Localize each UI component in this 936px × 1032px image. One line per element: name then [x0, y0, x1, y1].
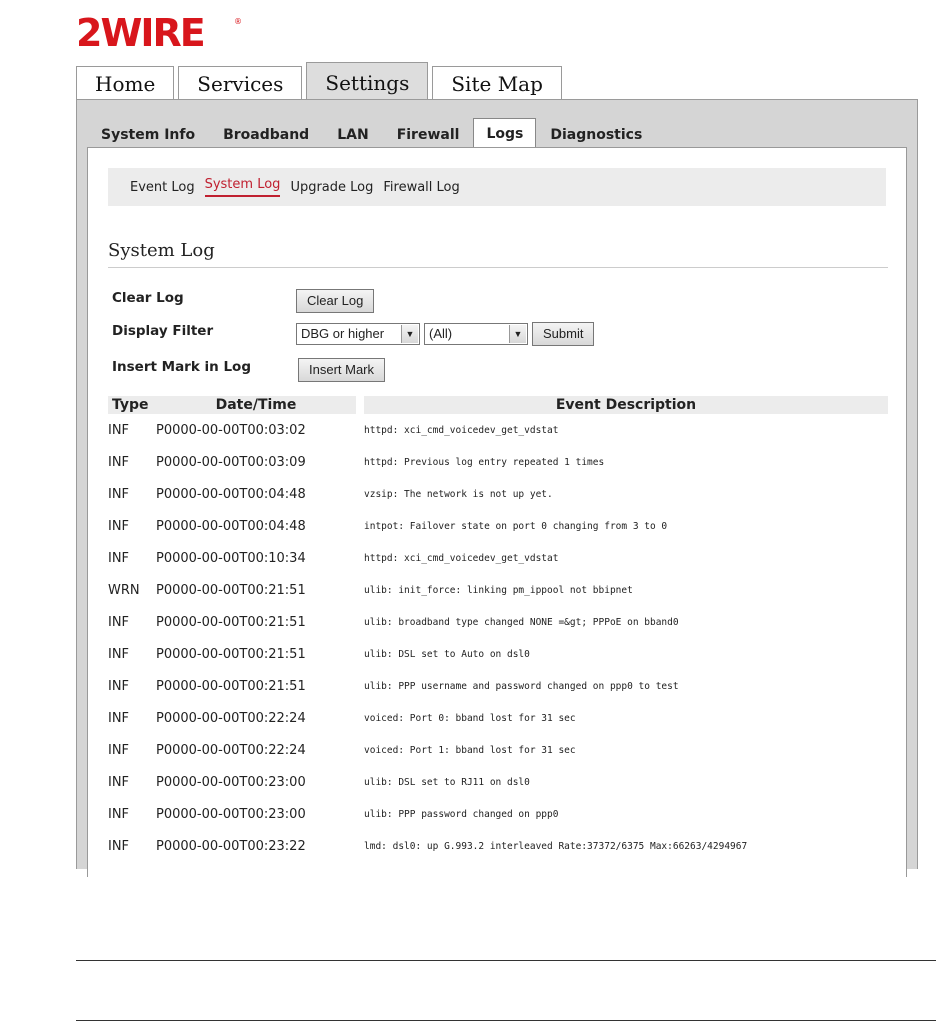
- log-dt: P0000-00-00T00:23:00: [156, 774, 306, 790]
- link-event-log[interactable]: Event Log: [130, 180, 195, 195]
- log-desc: httpd: xci_cmd_voicedev_get_vdstat: [364, 424, 559, 436]
- divider: [76, 1020, 936, 1021]
- log-desc: ulib: broadband type changed NONE =&gt; …: [364, 616, 679, 628]
- table-row: INF P0000-00-00T00:21:51 ulib: DSL set to …: [108, 638, 888, 670]
- insert-mark-button[interactable]: Insert Mark: [298, 358, 386, 382]
- svg-text:®: ®: [234, 17, 242, 26]
- log-dt: P0000-00-00T00:23:22: [156, 838, 306, 854]
- log-desc: voiced: Port 0: bband lost for 31 sec: [364, 712, 576, 724]
- log-dt: P0000-00-00T00:04:48: [156, 518, 306, 534]
- table-row: INF P0000-00-00T00:03:02 httpd: xci_cmd_vo…: [108, 414, 888, 446]
- log-type: INF: [108, 838, 130, 854]
- log-dt: P0000-00-00T00:23:00: [156, 806, 306, 822]
- log-dt: P0000-00-00T00:21:51: [156, 582, 306, 598]
- chevron-down-icon: ▼: [509, 325, 526, 343]
- table-row: INF P0000-00-00T00:21:51 ulib: PPP usernam…: [108, 670, 888, 702]
- log-desc: lmd: dsl0: up G.993.2 interleaved Rate:3…: [364, 840, 748, 852]
- table-row: INF P0000-00-00T00:21:51 ulib: broadband t…: [108, 606, 888, 638]
- subtab-lan[interactable]: LAN: [323, 122, 382, 148]
- divider: [76, 960, 936, 961]
- display-filter-label: Display Filter: [112, 323, 214, 339]
- log-desc: httpd: xci_cmd_voicedev_get_vdstat: [364, 552, 559, 564]
- table-row: INF P0000-00-00T00:22:24 voiced: Port 0: b…: [108, 702, 888, 734]
- tab-site-map[interactable]: Site Map: [432, 66, 562, 100]
- source-filter-select[interactable]: (All) ▼: [424, 323, 528, 345]
- log-type: INF: [108, 518, 130, 534]
- log-desc: ulib: PPP username and password changed …: [364, 680, 679, 692]
- table-row: INF P0000-00-00T00:04:48 intpot: Failover …: [108, 510, 888, 542]
- sub-tab-bar: System Info Broadband LAN Firewall Logs …: [87, 118, 656, 148]
- log-type: INF: [108, 454, 130, 470]
- table-row: INF P0000-00-00T00:23:22 lmd: dsl0: up G.9…: [108, 830, 888, 862]
- insert-mark-label: Insert Mark in Log: [112, 359, 251, 375]
- log-dt: P0000-00-00T00:03:09: [156, 454, 306, 470]
- log-desc: ulib: PPP password changed on ppp0: [364, 808, 559, 820]
- link-firewall-log[interactable]: Firewall Log: [383, 180, 459, 195]
- tab-services[interactable]: Services: [178, 66, 303, 100]
- log-desc: ulib: DSL set to RJ11 on dsl0: [364, 776, 530, 788]
- col-description-header: Event Description: [364, 396, 888, 414]
- system-log-table: Type Date/Time Event Description INF P000…: [108, 396, 888, 862]
- subtab-broadband[interactable]: Broadband: [209, 122, 323, 148]
- table-row: INF P0000-00-00T00:10:34 httpd: xci_cmd_vo…: [108, 542, 888, 574]
- log-type: INF: [108, 806, 130, 822]
- tab-home[interactable]: Home: [76, 66, 175, 100]
- source-filter-value: (All): [429, 326, 453, 341]
- log-dt: P0000-00-00T00:22:24: [156, 710, 306, 726]
- main-tab-bar: Home Services Settings Site Map: [76, 62, 562, 100]
- log-dt: P0000-00-00T00:04:48: [156, 486, 306, 502]
- table-row: INF P0000-00-00T00:22:24 voiced: Port 1: b…: [108, 734, 888, 766]
- log-desc: ulib: DSL set to Auto on dsl0: [364, 648, 530, 660]
- link-system-log[interactable]: System Log: [204, 177, 281, 197]
- chevron-down-icon: ▼: [401, 325, 418, 343]
- clear-log-label: Clear Log: [112, 290, 184, 306]
- log-dt: P0000-00-00T00:21:51: [156, 614, 306, 630]
- log-dt: P0000-00-00T00:22:24: [156, 742, 306, 758]
- submit-button[interactable]: Submit: [532, 322, 595, 346]
- level-filter-select[interactable]: DBG or higher ▼: [296, 323, 420, 345]
- log-dt: P0000-00-00T00:21:51: [156, 646, 306, 662]
- log-type: INF: [108, 742, 130, 758]
- log-desc: httpd: Previous log entry repeated 1 tim…: [364, 456, 605, 468]
- table-row: INF P0000-00-00T00:23:00 ulib: DSL set to …: [108, 766, 888, 798]
- subtab-system-info[interactable]: System Info: [87, 122, 209, 148]
- log-type: INF: [108, 486, 130, 502]
- svg-text:2WIRE: 2WIRE: [76, 12, 204, 52]
- log-desc: vzsip: The network is not up yet.: [364, 488, 553, 500]
- log-type: WRN: [108, 582, 140, 598]
- level-filter-value: DBG or higher: [301, 326, 385, 341]
- tab-settings[interactable]: Settings: [306, 62, 429, 100]
- settings-frame: System Info Broadband LAN Firewall Logs …: [76, 99, 918, 877]
- table-row: WRN P0000-00-00T00:21:51 ulib: init_force:…: [108, 574, 888, 606]
- log-dt: P0000-00-00T00:03:02: [156, 422, 306, 438]
- subtab-logs[interactable]: Logs: [473, 118, 537, 148]
- logs-content: Event Log System Log Upgrade Log Firewal…: [87, 147, 907, 877]
- log-type: INF: [108, 678, 130, 694]
- log-type: INF: [108, 422, 130, 438]
- log-type: INF: [108, 710, 130, 726]
- subtab-firewall[interactable]: Firewall: [383, 122, 474, 148]
- brand-logo: 2WIRE ®: [76, 12, 246, 52]
- log-type: INF: [108, 774, 130, 790]
- link-upgrade-log[interactable]: Upgrade Log: [290, 180, 373, 195]
- log-desc: intpot: Failover state on port 0 changin…: [364, 520, 668, 532]
- log-type: INF: [108, 646, 130, 662]
- col-type-header: Type: [108, 396, 156, 414]
- col-datetime-header: Date/Time: [156, 396, 356, 414]
- log-type: INF: [108, 550, 130, 566]
- log-desc: ulib: init_force: linking pm_ippool not …: [364, 584, 633, 596]
- log-type: INF: [108, 614, 130, 630]
- subtab-diagnostics[interactable]: Diagnostics: [536, 122, 656, 148]
- clear-log-button[interactable]: Clear Log: [296, 289, 375, 313]
- table-row: INF P0000-00-00T00:04:48 vzsip: The networ…: [108, 478, 888, 510]
- table-row: INF P0000-00-00T00:23:00 ulib: PPP passwor…: [108, 798, 888, 830]
- log-type-nav: Event Log System Log Upgrade Log Firewal…: [108, 168, 886, 206]
- page-title: System Log: [108, 240, 888, 268]
- table-row: INF P0000-00-00T00:03:09 httpd: Previous l…: [108, 446, 888, 478]
- log-dt: P0000-00-00T00:10:34: [156, 550, 306, 566]
- log-desc: voiced: Port 1: bband lost for 31 sec: [364, 744, 576, 756]
- log-dt: P0000-00-00T00:21:51: [156, 678, 306, 694]
